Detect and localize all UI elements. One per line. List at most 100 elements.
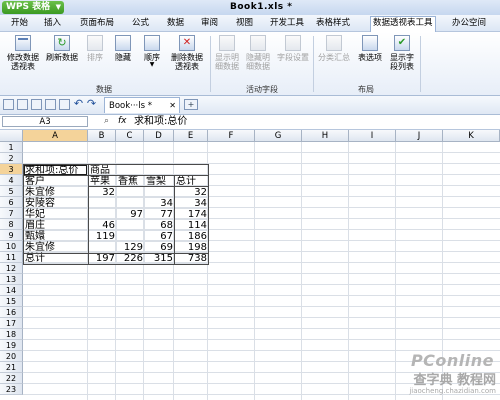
new-file-icon[interactable] bbox=[3, 99, 14, 110]
redo-icon[interactable]: ↷ bbox=[86, 98, 97, 110]
pivot-grand-total-cell[interactable]: 738 bbox=[175, 253, 209, 264]
pivot-value-cell[interactable] bbox=[117, 198, 145, 209]
row-header[interactable]: 2 bbox=[0, 153, 23, 164]
table-options-button[interactable]: 表选项 bbox=[356, 35, 384, 62]
row-header[interactable]: 4 bbox=[0, 175, 23, 186]
pivot-total-cell[interactable]: 114 bbox=[175, 220, 209, 231]
row-header[interactable]: 8 bbox=[0, 219, 23, 230]
menu-pivot-tools[interactable]: 数据透视表工具 bbox=[370, 16, 436, 32]
pivot-total-cell[interactable]: 186 bbox=[175, 231, 209, 242]
pivot-value-cell[interactable] bbox=[117, 187, 145, 198]
pivot-value-cell[interactable]: 129 bbox=[117, 242, 145, 253]
column-header-b[interactable]: B bbox=[88, 130, 116, 142]
menu-data[interactable]: 数据 bbox=[167, 17, 184, 30]
row-header[interactable]: 5 bbox=[0, 186, 23, 197]
subtotal-button[interactable]: 分类汇总 bbox=[316, 35, 352, 62]
column-header-g[interactable]: G bbox=[255, 130, 302, 142]
pivot-value-cell[interactable]: 34 bbox=[145, 198, 175, 209]
open-folder-icon[interactable] bbox=[17, 99, 28, 110]
column-header-d[interactable]: D bbox=[144, 130, 174, 142]
pivot-value-cell[interactable] bbox=[89, 242, 117, 253]
pivot-grand-total-label[interactable]: 总计 bbox=[24, 253, 88, 264]
pivot-value-cell[interactable] bbox=[117, 231, 145, 242]
pivot-row-label[interactable]: 眉庄 bbox=[24, 220, 88, 231]
pivot-total-cell[interactable]: 34 bbox=[175, 198, 209, 209]
field-list-button[interactable]: ✔ 显示字 段列表 bbox=[388, 35, 416, 71]
column-header-a[interactable]: A bbox=[23, 130, 88, 142]
pivot-value-cell[interactable]: 32 bbox=[89, 187, 117, 198]
pivot-value-cell[interactable] bbox=[89, 209, 117, 220]
row-header[interactable]: 18 bbox=[0, 329, 23, 340]
column-header-i[interactable]: I bbox=[349, 130, 396, 142]
pivot-value-cell[interactable] bbox=[89, 198, 117, 209]
row-header[interactable]: 13 bbox=[0, 274, 23, 285]
row-header[interactable]: 19 bbox=[0, 340, 23, 351]
menu-review[interactable]: 审阅 bbox=[201, 17, 218, 30]
pivot-grand-total-cell[interactable]: 315 bbox=[145, 253, 175, 264]
column-header-e[interactable]: E bbox=[174, 130, 208, 142]
row-header[interactable]: 20 bbox=[0, 351, 23, 362]
pivot-value-cell[interactable]: 97 bbox=[117, 209, 145, 220]
row-header[interactable]: 22 bbox=[0, 373, 23, 384]
pivot-value-cell[interactable]: 46 bbox=[89, 220, 117, 231]
row-header[interactable]: 7 bbox=[0, 208, 23, 219]
pivot-value-cell[interactable]: 119 bbox=[89, 231, 117, 242]
search-icon[interactable]: ⌕ bbox=[104, 116, 109, 126]
pivot-row-label[interactable]: 甄嬛 bbox=[24, 231, 88, 242]
pivot-value-cell[interactable]: 77 bbox=[145, 209, 175, 220]
pivot-grand-total-cell[interactable]: 226 bbox=[117, 253, 145, 264]
pivot-total-cell[interactable]: 198 bbox=[175, 242, 209, 253]
menu-table-style[interactable]: 表格样式 bbox=[316, 17, 350, 30]
menu-formula[interactable]: 公式 bbox=[132, 17, 149, 30]
pivot-row-label[interactable]: 安陵容 bbox=[24, 198, 88, 209]
row-header[interactable]: 17 bbox=[0, 318, 23, 329]
column-header-j[interactable]: J bbox=[396, 130, 443, 142]
row-header[interactable]: 14 bbox=[0, 285, 23, 296]
pivot-row-label[interactable]: 朱宜修 bbox=[24, 187, 88, 198]
row-header[interactable]: 3 bbox=[0, 164, 23, 175]
column-header-f[interactable]: F bbox=[208, 130, 255, 142]
pivot-grand-total-cell[interactable]: 197 bbox=[89, 253, 117, 264]
print-icon[interactable] bbox=[45, 99, 56, 110]
menu-developer[interactable]: 开发工具 bbox=[270, 17, 304, 30]
row-header[interactable]: 9 bbox=[0, 230, 23, 241]
column-header-h[interactable]: H bbox=[302, 130, 349, 142]
row-header[interactable]: 12 bbox=[0, 263, 23, 274]
formula-input[interactable]: 求和项:总价 bbox=[134, 115, 187, 129]
pivot-row-label[interactable]: 朱宜修 bbox=[24, 242, 88, 253]
pivot-value-cell[interactable]: 69 bbox=[145, 242, 175, 253]
pivot-row-field-label[interactable]: 客户 bbox=[24, 176, 88, 187]
pivot-total-cell[interactable]: 32 bbox=[175, 187, 209, 198]
name-box[interactable]: A3 bbox=[2, 116, 88, 127]
row-header[interactable]: 6 bbox=[0, 197, 23, 208]
pivot-value-cell[interactable]: 67 bbox=[145, 231, 175, 242]
delete-pivot-button[interactable]: ✕ 删除数据 透视表 bbox=[168, 35, 206, 71]
row-header[interactable]: 1 bbox=[0, 142, 23, 153]
close-icon[interactable]: ✕ bbox=[169, 98, 176, 114]
field-settings-button[interactable]: 字段设置 bbox=[275, 35, 311, 62]
print-preview-icon[interactable] bbox=[59, 99, 70, 110]
show-detail-button[interactable]: 显示明 细数据 bbox=[213, 35, 241, 71]
save-icon[interactable] bbox=[31, 99, 42, 110]
select-all-corner[interactable] bbox=[0, 130, 23, 142]
tab-book1[interactable]: Book···ls * ✕ bbox=[104, 97, 180, 113]
undo-icon[interactable]: ↶ bbox=[73, 98, 84, 110]
row-header[interactable]: 11 bbox=[0, 252, 23, 263]
refresh-data-button[interactable]: ↻ 刷新数据 bbox=[44, 35, 80, 62]
wps-app-menu-button[interactable]: WPS 表格 ▼ bbox=[2, 1, 64, 14]
modify-pivot-button[interactable]: 修改数据 透视表 bbox=[4, 35, 42, 71]
pivot-row-label[interactable]: 华妃 bbox=[24, 209, 88, 220]
menu-insert[interactable]: 插入 bbox=[44, 17, 61, 30]
pivot-value-cell[interactable] bbox=[117, 220, 145, 231]
row-header[interactable]: 23 bbox=[0, 384, 23, 395]
column-header-c[interactable]: C bbox=[116, 130, 144, 142]
row-header[interactable]: 21 bbox=[0, 362, 23, 373]
row-header[interactable]: 15 bbox=[0, 296, 23, 307]
menu-page-layout[interactable]: 页面布局 bbox=[80, 17, 114, 30]
pivot-total-cell[interactable]: 174 bbox=[175, 209, 209, 220]
hide-button[interactable]: 隐藏 bbox=[112, 35, 134, 62]
new-tab-icon[interactable]: + bbox=[184, 99, 198, 110]
function-icon[interactable]: fx bbox=[118, 116, 127, 126]
menu-view[interactable]: 视图 bbox=[236, 17, 253, 30]
hide-detail-button[interactable]: 隐藏明 细数据 bbox=[244, 35, 272, 71]
